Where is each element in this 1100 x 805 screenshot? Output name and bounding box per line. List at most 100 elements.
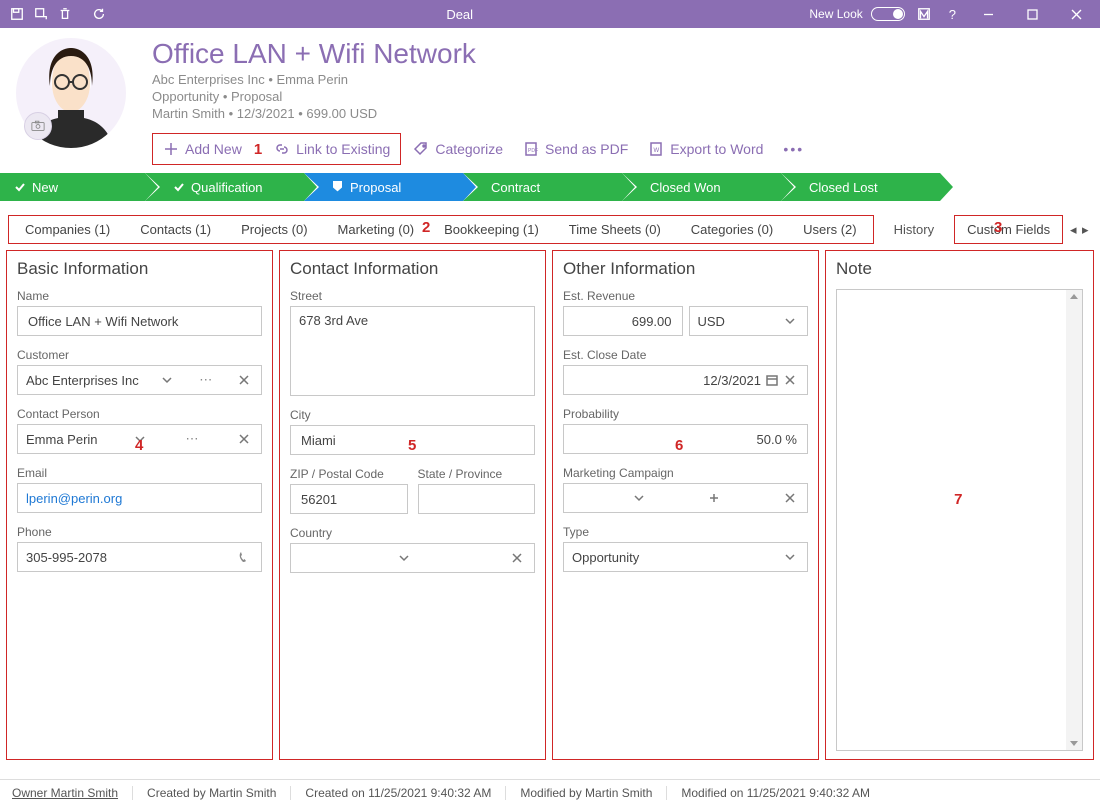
save-icon[interactable] — [6, 3, 28, 25]
status-owner[interactable]: Owner Martin Smith — [12, 786, 133, 800]
tab-companies[interactable]: Companies (1) — [11, 219, 124, 240]
name-field[interactable] — [17, 306, 262, 336]
email-label: Email — [17, 466, 262, 480]
add-new-button[interactable]: Add New — [155, 137, 250, 161]
help-icon[interactable]: ? — [943, 7, 962, 22]
stage-contract[interactable]: Contract — [463, 173, 622, 201]
tab-projects[interactable]: Projects (0) — [227, 219, 321, 240]
header-contact[interactable]: Emma Perin — [277, 72, 349, 87]
new-look-label: New Look — [809, 7, 862, 21]
currency-field[interactable]: USD — [689, 306, 809, 336]
tab-bookkeeping[interactable]: Bookkeeping (1) — [430, 219, 553, 240]
state-field[interactable] — [418, 484, 536, 514]
close-button[interactable] — [1058, 0, 1094, 28]
panel-note: Note 7 — [825, 250, 1094, 760]
chevron-down-icon[interactable] — [131, 433, 149, 445]
tab-categories[interactable]: Categories (0) — [677, 219, 787, 240]
panel-basic-title: Basic Information — [17, 259, 262, 279]
campaign-field[interactable] — [563, 483, 808, 513]
note-scrollbar[interactable] — [1066, 290, 1082, 750]
avatar-wrap — [16, 38, 126, 148]
zip-field[interactable] — [290, 484, 408, 514]
header-company[interactable]: Abc Enterprises Inc — [152, 72, 265, 87]
tabs-scroll-left[interactable]: ◂ — [1070, 224, 1080, 236]
titlebar: Deal New Look ? — [0, 0, 1100, 28]
categorize-button[interactable]: Categorize — [405, 137, 511, 161]
city-field[interactable] — [290, 425, 535, 455]
delete-icon[interactable] — [54, 3, 76, 25]
camera-icon[interactable] — [24, 112, 52, 140]
calendar-icon[interactable] — [763, 374, 781, 386]
status-modified-on: Modified on 11/25/2021 9:40:32 AM — [667, 786, 884, 800]
probability-label: Probability — [563, 407, 808, 421]
annotation-1: 1 — [254, 141, 262, 158]
chevron-down-icon[interactable] — [395, 552, 413, 564]
tab-marketing[interactable]: Marketing (0) — [324, 219, 429, 240]
email-link[interactable]: lperin@perin.org — [26, 491, 122, 506]
contact-person-label: Contact Person — [17, 407, 262, 421]
annotation-7: 7 — [954, 491, 962, 508]
more-actions-button[interactable]: ••• — [775, 137, 812, 161]
chevron-down-icon[interactable] — [158, 374, 176, 386]
tab-contacts[interactable]: Contacts (1) — [126, 219, 225, 240]
state-label: State / Province — [418, 467, 536, 481]
email-field[interactable]: lperin@perin.org — [17, 483, 262, 513]
probability-field[interactable] — [563, 424, 808, 454]
export-word-button[interactable]: WExport to Word — [640, 137, 771, 161]
link-existing-button[interactable]: Link to Existing — [266, 137, 398, 161]
stage-proposal[interactable]: Proposal — [304, 173, 463, 201]
phone-icon[interactable] — [235, 551, 253, 563]
chevron-down-icon[interactable] — [630, 492, 648, 504]
refresh-icon[interactable] — [88, 3, 110, 25]
panel-contact: Contact Information Street 678 3rd Ave C… — [279, 250, 546, 760]
phone-label: Phone — [17, 525, 262, 539]
maximize-button[interactable] — [1014, 0, 1050, 28]
country-label: Country — [290, 526, 535, 540]
status-created-by: Created by Martin Smith — [133, 786, 291, 800]
header: Office LAN + Wifi Network Abc Enterprise… — [0, 28, 1100, 169]
clear-icon[interactable] — [235, 374, 253, 386]
panel-other-title: Other Information — [563, 259, 808, 279]
clear-icon[interactable] — [508, 552, 526, 564]
clear-icon[interactable] — [781, 492, 799, 504]
new-look-toggle[interactable] — [871, 7, 905, 21]
customer-label: Customer — [17, 348, 262, 362]
stage-new[interactable]: New — [0, 173, 145, 201]
street-field[interactable]: 678 3rd Ave — [290, 306, 535, 396]
country-field[interactable] — [290, 543, 535, 573]
titlebar-left-tools — [0, 3, 110, 25]
clear-icon[interactable] — [235, 433, 253, 445]
phone-field[interactable]: 305-995-2078 — [17, 542, 262, 572]
ellipsis-icon[interactable]: ⋯ — [196, 372, 215, 388]
ellipsis-icon[interactable]: ⋯ — [183, 431, 202, 447]
chevron-down-icon[interactable] — [781, 315, 799, 327]
app-icon[interactable] — [913, 3, 935, 25]
chevron-down-icon[interactable] — [781, 551, 799, 563]
status-modified-by: Modified by Martin Smith — [506, 786, 667, 800]
stage-closed-won[interactable]: Closed Won — [622, 173, 781, 201]
tab-users[interactable]: Users (2) — [789, 219, 870, 240]
close-date-label: Est. Close Date — [563, 348, 808, 362]
customer-field[interactable]: Abc Enterprises Inc ⋯ — [17, 365, 262, 395]
type-field[interactable]: Opportunity — [563, 542, 808, 572]
titlebar-right: New Look ? — [809, 0, 1100, 28]
save-new-icon[interactable] — [30, 3, 52, 25]
clear-icon[interactable] — [781, 374, 799, 386]
tabs-scroll-right[interactable]: ▸ — [1082, 224, 1092, 236]
svg-text:PDF: PDF — [528, 148, 538, 154]
note-textarea[interactable] — [836, 289, 1083, 751]
plus-icon[interactable] — [705, 492, 723, 504]
stage-closed-lost[interactable]: Closed Lost — [781, 173, 940, 201]
revenue-field[interactable] — [563, 306, 683, 336]
tab-custom-fields[interactable]: Custom Fields — [957, 219, 1060, 240]
tab-history[interactable]: History — [880, 219, 948, 240]
send-pdf-button[interactable]: PDFSend as PDF — [515, 137, 636, 161]
stage-qualification[interactable]: Qualification — [145, 173, 304, 201]
tabs-row: Companies (1) Contacts (1) Projects (0) … — [0, 215, 1100, 244]
contact-person-field[interactable]: Emma Perin ⋯ — [17, 424, 262, 454]
panels: Basic Information Name Customer Abc Ente… — [0, 244, 1100, 760]
tab-timesheets[interactable]: Time Sheets (0) — [555, 219, 675, 240]
minimize-button[interactable] — [970, 0, 1006, 28]
close-date-field[interactable] — [563, 365, 808, 395]
window-title: Deal — [110, 7, 809, 22]
